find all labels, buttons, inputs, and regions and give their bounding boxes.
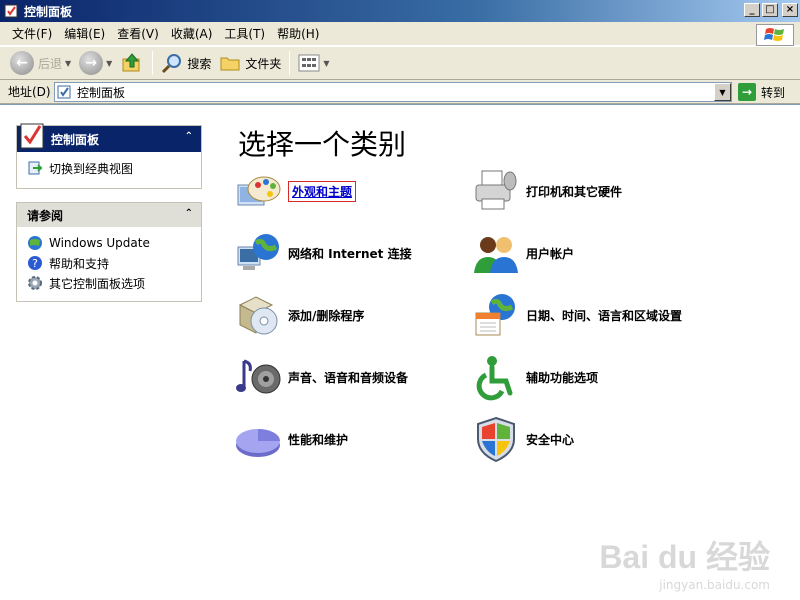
category-label[interactable]: 日期、时间、语言和区域设置 <box>526 307 682 324</box>
category-label[interactable]: 用户帐户 <box>526 245 574 262</box>
svg-text:?: ? <box>32 257 38 270</box>
menu-favorites[interactable]: 收藏(A) <box>165 24 219 44</box>
category-network[interactable]: 网络和 Internet 连接 <box>234 228 412 278</box>
security-shield-icon <box>477 416 515 463</box>
up-folder-icon <box>122 53 140 72</box>
menu-edit[interactable]: 编辑(E) <box>58 24 111 44</box>
close-button[interactable]: × <box>782 3 798 17</box>
address-label: 地址(D) <box>8 85 51 99</box>
control-panel-task-pane: 控制面板 ⌃ 切换到经典视图 <box>16 123 202 189</box>
sound-icon <box>236 359 281 394</box>
see-also-pane-body: Windows Update ? 帮助和支持 其它控制面板选项 <box>17 227 201 293</box>
window-controls: _ □ × <box>744 3 798 17</box>
address-value: 控制面板 <box>77 85 126 100</box>
menu-file[interactable]: 文件(F) <box>6 24 58 44</box>
gear-icon <box>28 276 42 290</box>
toolbar: ← 后退 ▼ → ▼ 搜索 文件夹 ▼ <box>0 46 800 80</box>
category-add-remove-programs[interactable]: 添加/删除程序 <box>234 290 364 340</box>
chevron-down-icon[interactable]: ▼ <box>106 59 112 68</box>
page-title: 选择一个类别 <box>238 128 407 161</box>
help-icon: ? <box>28 256 42 270</box>
category-appearance[interactable]: 外观和主题 <box>234 166 357 216</box>
menu-tools[interactable]: 工具(T) <box>218 24 271 44</box>
back-arrow-icon: ← <box>10 51 34 75</box>
go-arrow-icon: → <box>738 83 756 101</box>
search-button[interactable]: 搜索 <box>157 49 215 77</box>
up-folder-button[interactable] <box>116 49 148 77</box>
see-also-task-pane: 请参阅 ⌃ Windows Update ? 帮助和支持 其它控制面板选项 <box>16 202 202 302</box>
control-panel-pane-header[interactable]: 控制面板 ⌃ <box>17 123 201 152</box>
control-panel-icon <box>4 4 18 18</box>
folders-button[interactable]: 文件夹 <box>215 49 285 77</box>
search-icon <box>162 54 182 74</box>
address-input[interactable]: 控制面板 ▼ <box>54 82 732 102</box>
maximize-button[interactable]: □ <box>762 3 778 17</box>
performance-icon <box>236 429 280 457</box>
forward-button[interactable]: → ▼ <box>75 49 116 77</box>
collapse-chevron-icon[interactable]: ⌃ <box>185 208 193 219</box>
category-sound[interactable]: 声音、语音和音频设备 <box>234 352 408 402</box>
datetime-icon <box>475 294 515 336</box>
category-printers-hardware[interactable]: 打印机和其它硬件 <box>472 166 622 216</box>
category-label[interactable]: 安全中心 <box>526 431 574 448</box>
collapse-chevron-icon[interactable]: ⌃ <box>185 131 193 142</box>
category-label[interactable]: 添加/删除程序 <box>288 307 364 324</box>
appearance-icon <box>237 176 281 206</box>
network-icon <box>237 234 279 270</box>
other-control-panel-options-link[interactable]: 其它控制面板选项 <box>27 273 201 293</box>
printer-icon <box>475 170 517 210</box>
go-button[interactable]: → 转到 <box>738 82 785 102</box>
classic-view-icon <box>28 161 43 175</box>
category-label[interactable]: 打印机和其它硬件 <box>526 183 622 200</box>
title-bar: 控制面板 _ □ × <box>0 0 800 22</box>
views-button[interactable]: ▼ <box>294 49 333 77</box>
windows-update-link[interactable]: Windows Update <box>27 233 201 253</box>
switch-to-classic-view-link[interactable]: 切换到经典视图 <box>27 158 201 178</box>
watermark-brand: Bai du 经验 <box>599 539 770 575</box>
toolbar-separator <box>152 51 154 75</box>
control-panel-icon <box>20 123 44 149</box>
menu-bar: 文件(F) 编辑(E) 查看(V) 收藏(A) 工具(T) 帮助(H) <box>0 22 800 46</box>
accessibility-icon <box>476 356 513 401</box>
category-accessibility[interactable]: 辅助功能选项 <box>472 352 598 402</box>
menu-view[interactable]: 查看(V) <box>111 24 165 44</box>
back-button[interactable]: ← 后退 ▼ <box>6 49 75 77</box>
category-label[interactable]: 辅助功能选项 <box>526 369 598 386</box>
toolbar-separator <box>289 51 291 75</box>
baidu-watermark: Bai du 经验 jingyan.baidu.com <box>599 532 770 592</box>
content-area: 控制面板 ⌃ 切换到经典视图 请参阅 ⌃ Windows Update ? 帮助… <box>0 104 800 600</box>
windows-logo-icon <box>756 24 794 46</box>
address-dropdown-button[interactable]: ▼ <box>714 83 731 101</box>
users-icon <box>474 237 518 273</box>
control-panel-pane-body: 切换到经典视图 <box>17 152 201 178</box>
category-label[interactable]: 网络和 Internet 连接 <box>288 245 412 262</box>
window-title: 控制面板 <box>24 4 73 19</box>
category-label[interactable]: 性能和维护 <box>288 431 348 448</box>
chevron-down-icon[interactable]: ▼ <box>323 59 329 68</box>
chevron-down-icon[interactable]: ▼ <box>65 59 71 68</box>
menu-help[interactable]: 帮助(H) <box>271 24 325 44</box>
watermark-url: jingyan.baidu.com <box>659 578 770 592</box>
forward-arrow-icon: → <box>79 51 104 75</box>
windows-update-icon <box>28 236 42 250</box>
category-label[interactable]: 声音、语音和音频设备 <box>288 369 408 386</box>
category-date-time-language[interactable]: 日期、时间、语言和区域设置 <box>472 290 682 340</box>
category-security-center[interactable]: 安全中心 <box>472 414 574 464</box>
category-user-accounts[interactable]: 用户帐户 <box>472 228 574 278</box>
views-icon <box>298 54 320 72</box>
minimize-button[interactable]: _ <box>744 3 760 17</box>
see-also-pane-header[interactable]: 请参阅 ⌃ <box>17 203 201 227</box>
control-panel-icon <box>57 85 71 99</box>
folder-icon <box>220 57 240 71</box>
category-label[interactable]: 外观和主题 <box>288 180 357 202</box>
help-and-support-link[interactable]: ? 帮助和支持 <box>27 253 201 273</box>
add-remove-icon <box>238 296 278 335</box>
address-bar: 地址(D) 控制面板 ▼ → 转到 <box>0 80 800 104</box>
category-performance[interactable]: 性能和维护 <box>234 414 348 464</box>
